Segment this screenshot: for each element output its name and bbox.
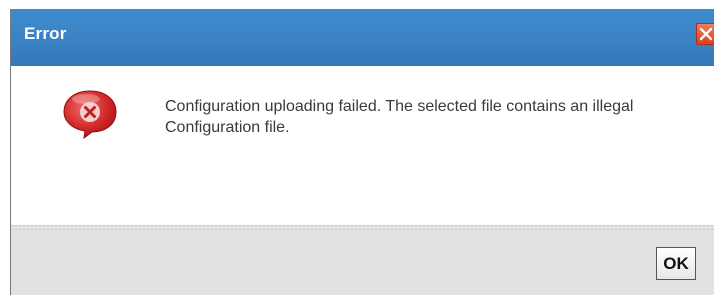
dialog-footer: OK — [11, 225, 714, 295]
ok-button[interactable]: OK — [656, 247, 696, 280]
error-message: Configuration uploading failed. The sele… — [165, 98, 634, 136]
error-dialog: Error Configuration uploading failed. Th… — [10, 9, 714, 295]
close-icon — [699, 27, 713, 41]
close-button[interactable] — [696, 23, 714, 45]
dialog-title: Error — [24, 24, 67, 43]
screenshot-page: Error Configuration uploading failed. Th… — [0, 0, 714, 295]
footer-divider — [11, 229, 714, 230]
dialog-body: Configuration uploading failed. The sele… — [11, 66, 714, 225]
error-icon — [63, 90, 117, 140]
dialog-titlebar[interactable]: Error — [11, 9, 714, 66]
